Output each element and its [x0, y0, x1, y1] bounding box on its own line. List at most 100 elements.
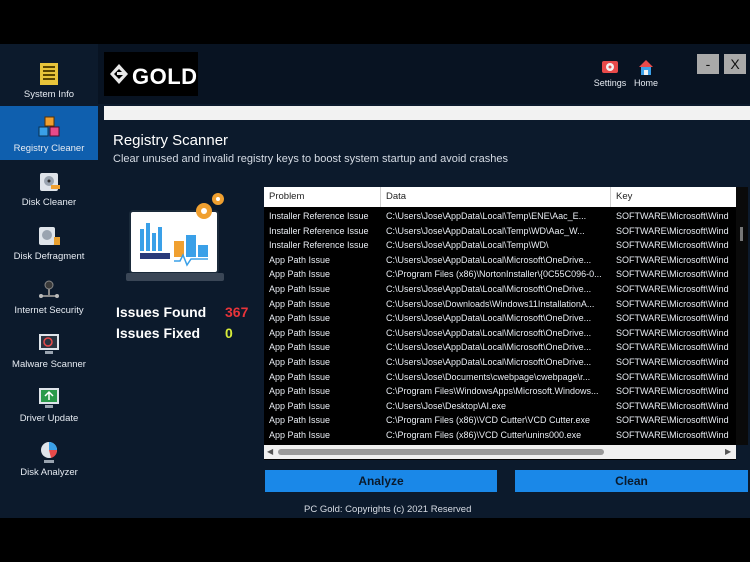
cell-key: SOFTWARE\Microsoft\Wind	[616, 211, 729, 221]
cell-data: C:\Users\Jose\AppData\Local\Temp\WD\	[386, 240, 549, 251]
horizontal-scrollbar[interactable]: ◀ ▶	[264, 445, 736, 459]
cell-data: C:\Program Files\WindowsApps\Microsoft.W…	[386, 386, 599, 397]
results-table[interactable]: Problem Data Key Installer Reference Iss…	[264, 187, 736, 460]
issues-fixed-label: Issues Fixed	[116, 325, 201, 341]
sidebar-item-label: Internet Security	[14, 305, 84, 316]
cell-key: SOFTWARE\Microsoft\Wind	[616, 371, 729, 382]
table-row[interactable]: App Path Issue C:\Users\Jose\Downloads\Wi…	[264, 297, 736, 312]
cell-problem: Installer Reference Issue	[269, 240, 369, 251]
sidebar-item-label: System Info	[23, 89, 75, 100]
table-row[interactable]: App Path Issue C:\Users\Jose\AppData\Loca…	[264, 326, 736, 341]
sidebar-item-driver-update[interactable]: Driver Update	[0, 376, 98, 430]
cell-data: C:\Program Files (x86)\VCD Cutter\unins0…	[386, 429, 582, 440]
app-window: System Info Registry Cleaner Disk Cleane…	[0, 44, 750, 518]
header: GOLD Settings Home - X	[98, 44, 750, 104]
sidebar-item-disk-defragment[interactable]: Disk Defragment	[0, 214, 98, 268]
table-row[interactable]: App Path Issue C:\Users\Jose\AppData\Loca…	[264, 282, 736, 297]
scroll-right-arrow-icon[interactable]: ▶	[725, 447, 731, 456]
cell-key: SOFTWARE\Microsoft\Wind	[616, 415, 729, 426]
home-label: Home	[633, 78, 658, 88]
home-button[interactable]: Home	[626, 58, 666, 88]
cell-key: SOFTWARE\Microsoft\Wind	[616, 313, 729, 324]
settings-gear-icon	[602, 61, 618, 73]
sidebar-item-label: Registry Cleaner	[13, 143, 85, 154]
minimize-button[interactable]: -	[697, 54, 719, 74]
disk-analyzer-icon	[41, 442, 58, 463]
sidebar-item-internet-security[interactable]: Internet Security	[0, 268, 98, 322]
sidebar-item-system-info[interactable]: System Info	[0, 52, 98, 106]
sidebar-item-label: Disk Analyzer	[20, 467, 78, 478]
vertical-scrollbar[interactable]	[736, 187, 748, 445]
table-row[interactable]: App Path Issue C:\Program Files (x86)\Nor…	[264, 267, 736, 282]
table-row[interactable]: App Path Issue C:\Program Files\WindowsAp…	[264, 384, 736, 399]
cell-key: SOFTWARE\Microsoft\Wind	[616, 269, 729, 280]
column-header-data[interactable]: Data	[381, 187, 611, 207]
column-header-problem[interactable]: Problem	[264, 187, 381, 207]
cell-key: SOFTWARE\Microsoft\Wind	[616, 327, 729, 338]
top-bar	[104, 106, 750, 120]
cell-problem: App Path Issue	[269, 356, 331, 367]
cell-key: SOFTWARE\Microsoft\Wind	[616, 225, 729, 236]
sidebar-item-malware-scanner[interactable]: Malware Scanner	[0, 322, 98, 376]
page-subtitle: Clear unused and invalid registry keys t…	[113, 153, 508, 165]
cell-data: C:\Users\Jose\AppData\Local\Temp\WD\Aac_…	[386, 225, 585, 236]
cell-problem: App Path Issue	[269, 298, 331, 309]
table-row[interactable]: Installer Reference Issue C:\Users\Jose\A…	[264, 224, 736, 239]
table-header: Problem Data Key	[264, 187, 736, 207]
cell-data: C:\Users\Jose\AppData\Local\Microsoft\On…	[386, 254, 592, 265]
cell-problem: App Path Issue	[269, 342, 331, 353]
cell-key: SOFTWARE\Microsoft\Wind	[616, 283, 729, 294]
cell-data: C:\Program Files (x86)\NortonInstaller\{…	[386, 269, 602, 280]
disk-defragment-icon	[39, 227, 60, 245]
cell-problem: App Path Issue	[269, 313, 331, 324]
cell-problem: App Path Issue	[269, 386, 331, 397]
cell-data: C:\Users\Jose\AppData\Local\Microsoft\On…	[386, 283, 592, 294]
analyze-button[interactable]: Analyze	[265, 470, 497, 492]
disk-cleaner-icon	[40, 173, 60, 191]
cell-data: C:\Users\Jose\Desktop\AI.exe	[386, 400, 507, 411]
cell-key: SOFTWARE\Microsoft\Wind	[616, 429, 729, 440]
cell-problem: App Path Issue	[269, 415, 331, 426]
sidebar-item-registry-cleaner[interactable]: Registry Cleaner	[0, 106, 98, 160]
table-row[interactable]: App Path Issue C:\Users\Jose\Desktop\AI.e…	[264, 399, 736, 414]
driver-update-icon	[39, 388, 59, 408]
cell-problem: App Path Issue	[269, 269, 331, 280]
sidebar-item-label: Driver Update	[19, 413, 79, 424]
sidebar-item-disk-cleaner[interactable]: Disk Cleaner	[0, 160, 98, 214]
cell-problem: App Path Issue	[269, 327, 331, 338]
table-row[interactable]: App Path Issue C:\Users\Jose\AppData\Loca…	[264, 340, 736, 355]
cell-key: SOFTWARE\Microsoft\Wind	[616, 298, 729, 309]
malware-scanner-icon	[39, 334, 59, 354]
column-header-key[interactable]: Key	[611, 187, 736, 207]
cell-data: C:\Users\Jose\AppData\Local\Microsoft\On…	[386, 342, 592, 353]
sidebar-item-label: Disk Cleaner	[21, 197, 77, 208]
cell-problem: Installer Reference Issue	[269, 211, 369, 221]
sidebar-item-label: Malware Scanner	[12, 359, 86, 370]
clean-button[interactable]: Clean	[515, 470, 748, 492]
settings-button[interactable]: Settings	[590, 58, 630, 88]
table-row[interactable]: App Path Issue C:\Program Files (x86)\VCD…	[264, 428, 736, 443]
vertical-scroll-thumb[interactable]	[740, 227, 743, 241]
cell-data: C:\Users\Jose\AppData\Local\Microsoft\On…	[386, 313, 592, 324]
close-button[interactable]: X	[724, 54, 746, 74]
table-row[interactable]: Installer Reference Issue C:\Users\Jose\A…	[264, 238, 736, 253]
cell-key: SOFTWARE\Microsoft\Wind	[616, 254, 729, 265]
scroll-left-arrow-icon[interactable]: ◀	[267, 447, 273, 456]
cell-key: SOFTWARE\Microsoft\Wind	[616, 356, 729, 367]
table-row[interactable]: Installer Reference Issue C:\Users\Jose\A…	[264, 209, 736, 224]
table-row[interactable]: App Path Issue C:\Program Files (x86)\VCD…	[264, 413, 736, 428]
internet-security-icon	[39, 280, 59, 298]
cell-problem: App Path Issue	[269, 371, 331, 382]
home-icon	[639, 60, 653, 75]
cell-key: SOFTWARE\Microsoft\Wind	[616, 386, 729, 397]
system-info-icon	[40, 63, 58, 85]
footer-copyright: PC Gold: Copyrights (c) 2021 Reserved	[304, 504, 472, 515]
sidebar-item-disk-analyzer[interactable]: Disk Analyzer	[0, 430, 98, 484]
table-row[interactable]: App Path Issue C:\Users\Jose\AppData\Loca…	[264, 253, 736, 268]
scanner-illustration-icon	[126, 193, 224, 281]
table-row[interactable]: App Path Issue C:\Users\Jose\Documents\cw…	[264, 370, 736, 385]
table-row[interactable]: App Path Issue C:\Users\Jose\AppData\Loca…	[264, 311, 736, 326]
issues-found-label: Issues Found	[116, 304, 207, 320]
table-row[interactable]: App Path Issue C:\Users\Jose\AppData\Loca…	[264, 355, 736, 370]
horizontal-scroll-thumb[interactable]	[278, 449, 604, 455]
